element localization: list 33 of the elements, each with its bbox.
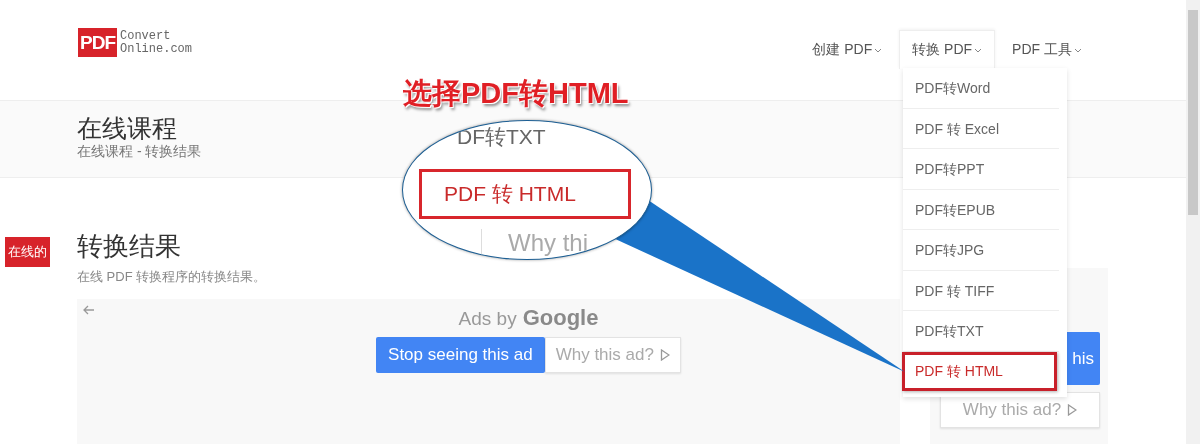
magnified-text: Why thi <box>481 229 588 257</box>
dropdown-item[interactable]: PDF 转 HTML <box>902 351 1057 391</box>
chevron-down-icon <box>974 47 983 53</box>
dropdown-item[interactable]: PDF转PPT <box>903 149 1059 190</box>
play-icon <box>1067 404 1078 416</box>
brand-label: Google <box>522 305 599 331</box>
nav-menu-item[interactable]: 转换 PDF <box>899 30 996 69</box>
dropdown-item[interactable]: PDF 转 Excel <box>903 108 1059 149</box>
dropdown-item[interactable]: PDF转TXT <box>903 311 1059 352</box>
page-title: 在线课程 <box>77 113 177 143</box>
dropdown-item[interactable]: PDF转EPUB <box>903 189 1059 230</box>
section-title: 转换结果 <box>77 230 181 262</box>
stop-seeing-ad-button[interactable]: Stop seeing this ad <box>376 337 545 373</box>
chevron-down-icon <box>1074 47 1082 53</box>
breadcrumb-path: 在线课程 - 转换结果 <box>77 143 203 161</box>
logo-text: Online.com <box>120 42 192 56</box>
magnified-text: DF转TXT <box>457 124 546 150</box>
annotation-label: 选择PDF转HTML <box>403 76 629 111</box>
logo-mark[interactable]: PDF <box>78 28 117 57</box>
dropdown-item[interactable]: PDF转Word <box>903 68 1059 109</box>
scrollbar[interactable] <box>1186 0 1200 444</box>
chevron-down-icon <box>874 47 883 53</box>
side-badge[interactable]: 在线的 <box>5 237 50 267</box>
magnified-highlight: PDF 转 HTML <box>419 169 631 219</box>
logo-text: Convert <box>120 29 172 43</box>
back-arrow-icon[interactable] <box>83 305 95 315</box>
play-icon <box>659 349 670 361</box>
nav-menu-item[interactable]: 创建 PDF <box>799 30 896 69</box>
dropdown-item[interactable]: PDF 转 TIFF <box>903 270 1059 311</box>
dropdown-item[interactable]: PDF转JPG <box>903 230 1059 271</box>
section-subtitle: 在线 PDF 转换程序的转换结果。 <box>77 268 268 286</box>
nav-menu-item[interactable]: PDF 工具 <box>999 30 1095 69</box>
ads-by-label: Ads by <box>458 308 517 330</box>
